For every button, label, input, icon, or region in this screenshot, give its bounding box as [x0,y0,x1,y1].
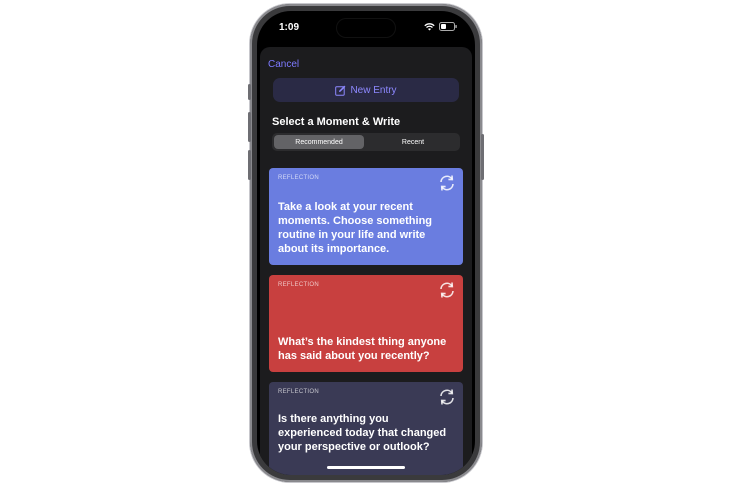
status-icons [424,22,457,31]
card-prompt: Is there anything you experienced today … [278,413,447,453]
volume-up-button [248,112,251,142]
card-kicker: REFLECTION [278,282,320,288]
dynamic-island [337,19,395,37]
refresh-icon[interactable] [437,387,457,407]
new-entry-sheet: Cancel New Entry Select a Moment & Write… [260,47,472,475]
card-prompt: Take a look at your recent moments. Choo… [278,201,433,255]
card-kicker: REFLECTION [278,175,320,181]
segmented-control: Recommended Recent [272,133,460,151]
volume-down-button [248,150,251,180]
card-prompt: What’s the kindest thing anyone has said… [278,336,447,362]
status-bar: 1:09 [257,11,475,47]
card-kicker: REFLECTION [278,389,320,395]
suggestion-card[interactable]: REFLECTION What’s the kindest thing anyo… [269,275,463,372]
home-indicator[interactable] [327,466,405,469]
status-time: 1:09 [279,22,300,33]
compose-icon [335,85,346,96]
refresh-icon[interactable] [437,173,457,193]
section-title: Select a Moment & Write [272,116,401,128]
cancel-button[interactable]: Cancel [268,59,299,70]
battery-icon [439,22,457,31]
phone-frame: 1:09 Cancel New Entry Select a Moment & … [248,4,484,482]
new-entry-label: New Entry [350,84,397,96]
wifi-icon [424,22,435,30]
suggestion-card[interactable]: REFLECTION Take a look at your recent mo… [269,168,463,265]
silent-switch [248,84,251,100]
suggestion-card[interactable]: REFLECTION Is there anything you experie… [269,382,463,475]
segment-recommended[interactable]: Recommended [274,135,364,149]
new-entry-button[interactable]: New Entry [273,78,459,102]
refresh-icon[interactable] [437,280,457,300]
segment-recent[interactable]: Recent [368,135,458,149]
power-button [481,134,484,180]
screen: 1:09 Cancel New Entry Select a Moment & … [257,11,475,475]
